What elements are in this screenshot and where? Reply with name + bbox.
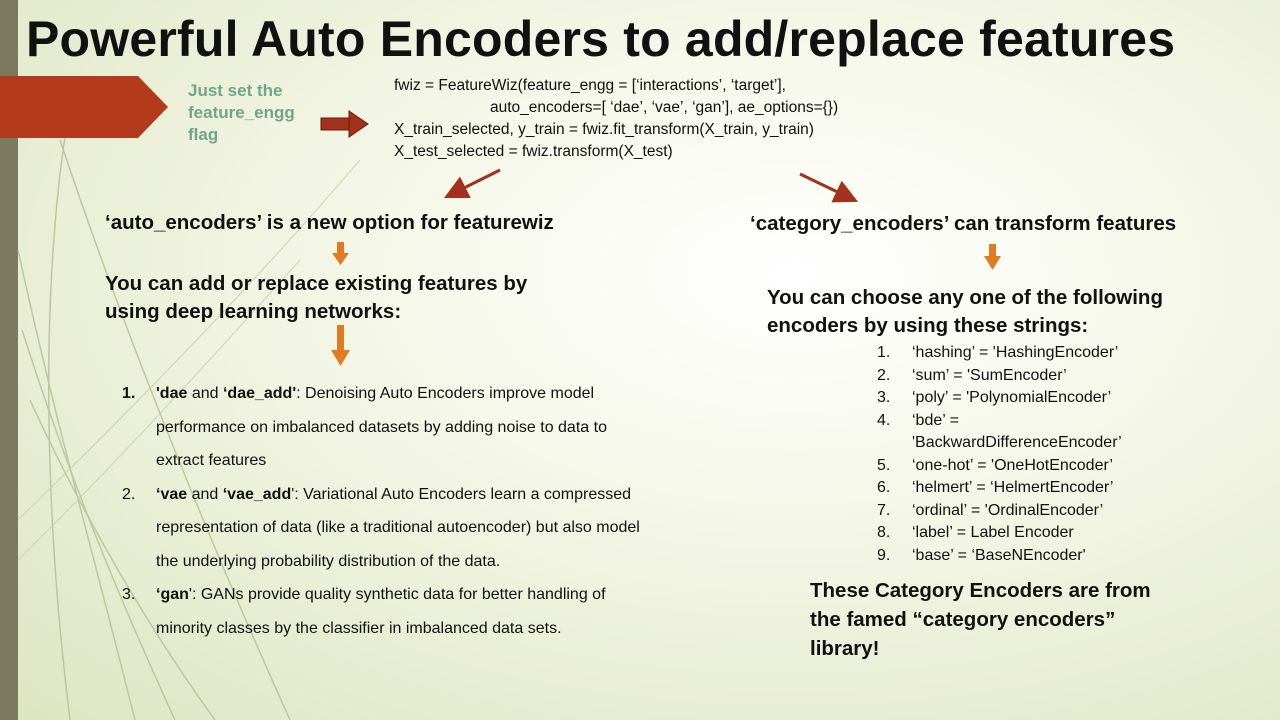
list-item: 9. ‘base’ = ‘BaseNEncoder': [875, 545, 1122, 568]
option-key: ‘vae_add: [222, 485, 292, 503]
subheading-line: using deep learning networks:: [105, 300, 402, 323]
list-number: 1.: [122, 385, 136, 402]
list-line: minority classes by the classifier in im…: [156, 619, 562, 637]
list-item: 8. ‘label’ = Label Encoder: [875, 522, 1122, 545]
encoder-mapping: ‘one-hot’ = 'OneHotEncoder’: [912, 456, 1113, 474]
list-item: 1. 'dae and ‘dae_add': Denoising Auto En…: [118, 377, 738, 478]
list-item: 5. ‘one-hot’ = 'OneHotEncoder’: [875, 455, 1122, 478]
list-item: 3. ‘gan': GANs provide quality synthetic…: [118, 578, 738, 645]
note-line: Just set the: [188, 81, 283, 100]
list-line: performance on imbalanced datasets by ad…: [156, 418, 607, 436]
subheading-line: You can add or replace existing features…: [105, 272, 528, 295]
subheading-line: encoders by using these strings:: [767, 314, 1089, 337]
list-number: 6.: [877, 479, 891, 496]
title-tab-arrow: [0, 76, 168, 138]
code-snippet: fwiz = FeatureWiz(feature_engg = [‘inter…: [394, 75, 838, 163]
list-text: ': Variational Auto Encoders learn a com…: [291, 485, 632, 503]
category-encoders-heading: ‘category_encoders’ can transform featur…: [750, 212, 1177, 235]
list-number: 1.: [877, 344, 891, 361]
list-number: 2.: [877, 366, 891, 384]
option-key: 'dae: [156, 385, 188, 402]
list-item: 7. ‘ordinal’ = 'OrdinalEncoder’: [875, 500, 1122, 523]
list-line: 'dae and ‘dae_add': Denoising Auto Encod…: [156, 377, 738, 411]
list-number: 3.: [877, 389, 891, 406]
library-note: These Category Encoders are from the fam…: [810, 576, 1151, 663]
list-item: 4. ‘bde’ = 'BackwardDifferenceEncoder’: [875, 410, 1122, 455]
encoder-mapping: ‘base’ = ‘BaseNEncoder': [912, 546, 1086, 564]
list-number: 7.: [877, 501, 891, 519]
auto-encoders-subheading: You can add or replace existing features…: [105, 270, 527, 326]
note-line: feature_engg: [188, 103, 295, 122]
list-item: 6. ‘helmert’ = ‘HelmertEncoder’: [875, 477, 1122, 500]
page-title: Powerful Auto Encoders to add/replace fe…: [26, 11, 1176, 67]
encoder-mapping: ‘bde’ =: [912, 411, 959, 429]
list-number: 4.: [877, 411, 891, 429]
subheading-line: You can choose any one of the following: [767, 286, 1163, 309]
encoder-mapping: 'BackwardDifferenceEncoder’: [912, 434, 1122, 451]
option-key: ‘vae: [156, 485, 188, 503]
flag-note: Just set the feature_engg flag: [188, 80, 295, 146]
code-line: fwiz = FeatureWiz(feature_engg = [‘inter…: [394, 77, 786, 94]
encoder-mapping: ‘helmert’ = ‘HelmertEncoder’: [912, 479, 1114, 496]
footer-line: These Category Encoders are from: [810, 579, 1151, 602]
list-text: ‘vae: [156, 486, 187, 503]
list-text: and: [187, 385, 223, 402]
list-line: ‘gan': GANs provide quality synthetic da…: [156, 578, 738, 612]
list-number: 3.: [122, 586, 136, 603]
option-key: ‘gan: [156, 586, 189, 603]
list-number: 9.: [877, 546, 891, 564]
footer-line: the famed “category encoders”: [810, 608, 1116, 631]
code-line: auto_encoders=[ ‘dae’, ‘vae’, ‘gan’], ae…: [490, 99, 839, 116]
list-line: extract features: [156, 452, 267, 469]
encoder-mapping: ‘poly’ = 'PolynomialEncoder’: [912, 389, 1112, 406]
list-number: 2.: [122, 485, 136, 503]
list-line: the underlying probability distribution …: [156, 552, 501, 570]
list-text: ': GANs provide quality synthetic data f…: [188, 586, 606, 603]
list-text: : Denoising Auto Encoders improve model: [296, 385, 595, 402]
footer-line: library!: [810, 637, 880, 660]
encoder-mapping: ‘hashing’ = 'HashingEncoder’: [912, 344, 1119, 361]
encoder-mapping: ‘label’ = Label Encoder: [912, 524, 1074, 541]
list-number: 5.: [877, 456, 891, 474]
auto-encoders-heading: ‘auto_encoders’ is a new option for feat…: [105, 211, 554, 234]
code-line: X_test_selected = fwiz.transform(X_test): [394, 143, 673, 160]
list-item: 3. ‘poly’ = 'PolynomialEncoder’: [875, 387, 1122, 410]
category-encoders-list: 1. ‘hashing’ = 'HashingEncoder’ 2. ‘sum’ =…: [875, 342, 1122, 567]
auto-encoders-list: 1. 'dae and ‘dae_add': Denoising Auto En…: [118, 377, 738, 645]
list-item: 2. ‘sum’ = 'SumEncoder’: [875, 365, 1122, 388]
list-item: 2. ‘vae and ‘vae_add': Variational Auto …: [118, 478, 738, 579]
note-line: flag: [188, 125, 219, 144]
option-key: ‘dae_add': [222, 385, 297, 402]
code-line: X_train_selected, y_train = fwiz.fit_tra…: [394, 121, 814, 138]
list-line: ‘vae and ‘vae_add': Variational Auto Enc…: [156, 478, 738, 512]
list-number: 8.: [877, 524, 891, 541]
list-line: representation of data (like a tradition…: [156, 519, 640, 536]
encoder-mapping: ‘ordinal’ = 'OrdinalEncoder’: [912, 501, 1104, 519]
encoder-mapping: ‘sum’ = 'SumEncoder’: [912, 366, 1067, 384]
category-encoders-subheading: You can choose any one of the following …: [767, 284, 1163, 340]
list-item: 1. ‘hashing’ = 'HashingEncoder’: [875, 342, 1122, 365]
list-text: and: [187, 485, 223, 503]
